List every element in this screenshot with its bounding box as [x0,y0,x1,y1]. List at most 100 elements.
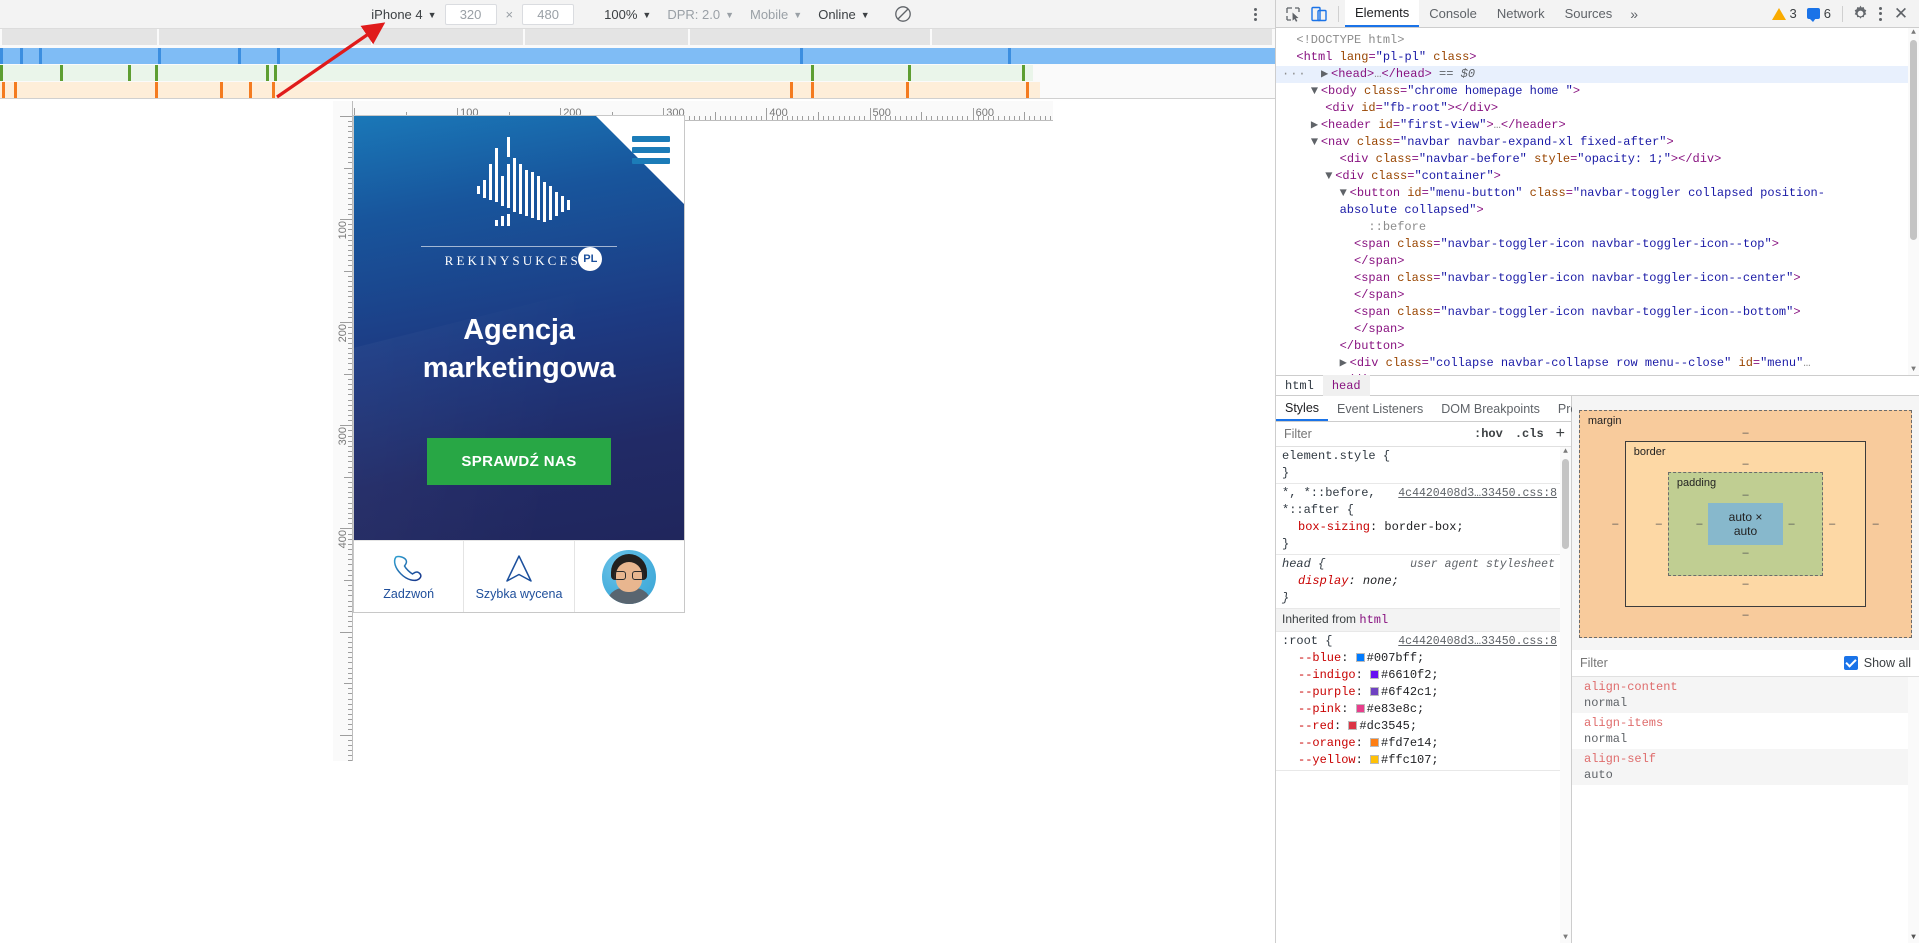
declaration-property[interactable]: --red [1282,719,1334,733]
dom-node-line[interactable]: <span class="navbar-toggler-icon navbar-… [1276,236,1919,253]
padding-bottom-value[interactable]: – [1691,545,1800,561]
computed-filter-input[interactable] [1576,655,1844,671]
dom-node-line[interactable]: ▶<header id="first-view">…</header> [1276,117,1919,134]
expand-toggle-icon[interactable]: ▼ [1311,134,1321,151]
css-variable-declaration[interactable]: --red: #dc3545; [1282,718,1571,735]
computed-property[interactable]: align-itemsnormal [1572,713,1919,749]
dom-node-line[interactable]: </span> [1276,253,1919,270]
gear-icon[interactable] [1849,3,1871,25]
tab-sources[interactable]: Sources [1555,0,1623,27]
color-swatch[interactable] [1348,721,1357,730]
breadcrumb-item-head[interactable]: head [1323,375,1370,396]
style-declaration[interactable]: box-sizing: border-box; [1282,519,1571,536]
declaration-value[interactable]: #fd7e14; [1381,736,1439,750]
color-swatch[interactable] [1356,653,1365,662]
stylesheet-link[interactable]: 4c4420408d3…33450.css:8 [1398,633,1557,650]
declaration-property[interactable]: --pink [1282,702,1341,716]
expand-toggle-icon[interactable]: ▼ [1340,185,1350,202]
padding-left-value[interactable]: – [1691,518,1708,530]
css-variable-declaration[interactable]: --purple: #6f42c1; [1282,684,1571,701]
margin-left-value[interactable]: – [1606,518,1625,530]
no-throttling-icon[interactable] [894,5,912,23]
device-toolbar-more-options-icon[interactable] [1245,4,1265,25]
dom-node-line[interactable]: absolute collapsed"> [1276,202,1919,219]
strip-loading[interactable] [0,82,1275,98]
dom-node-line[interactable]: ▼<button id="menu-button" class="navbar-… [1276,185,1919,202]
viewport-width-input[interactable] [445,4,497,25]
dom-node-line[interactable]: ▼<div class="container"> [1276,168,1919,185]
more-vertical-icon[interactable] [1871,3,1889,25]
check-us-button[interactable]: SPRAWDŹ NAS [427,438,610,485]
declaration-value[interactable]: #e83e8c; [1367,702,1425,716]
declaration-value[interactable]: : none; [1348,574,1398,588]
dom-node-line[interactable]: <div id="fb-root"></div> [1276,100,1919,117]
css-variable-declaration[interactable]: --pink: #e83e8c; [1282,701,1571,718]
declaration-property[interactable]: --yellow [1282,753,1356,767]
color-swatch[interactable] [1370,687,1379,696]
dpr-selector[interactable]: DPR: 2.0 ▼ [659,4,742,25]
declaration-value[interactable]: #6f42c1; [1381,685,1439,699]
border-top-value[interactable]: – [1650,456,1841,472]
styles-rules-list[interactable]: element.style {}*, *::before,4c4420408d3… [1276,447,1571,943]
dom-node-line[interactable]: <div class="navbar-before" style="opacit… [1276,151,1919,168]
declaration-value[interactable]: : border-box; [1370,520,1464,534]
expand-toggle-icon[interactable]: ▶ [1311,117,1321,134]
inherited-source[interactable]: html [1359,613,1388,627]
zoom-selector[interactable]: 100% ▼ [596,4,659,25]
new-style-rule-button[interactable]: + [1550,425,1571,443]
warning-counter[interactable]: 3 [1767,6,1802,21]
dom-node-line[interactable]: ··· ▶<head>…</head> == $0 [1276,66,1919,83]
more-tabs-icon[interactable]: » [1622,0,1646,27]
breadcrumb-item-html[interactable]: html [1276,375,1323,396]
scroll-down-icon[interactable]: ▼ [1909,933,1918,943]
styles-filter-input[interactable] [1280,425,1464,444]
scroll-down-icon[interactable]: ▼ [1561,933,1570,943]
dom-node-line[interactable]: <html lang="pl-pl" class> [1276,49,1919,66]
border-left-value[interactable]: – [1650,518,1668,530]
dom-node-line[interactable]: <span class="navbar-toggler-icon navbar-… [1276,270,1919,287]
border-bottom-value[interactable]: – [1650,576,1841,592]
style-declaration[interactable]: display: none; [1282,573,1571,590]
padding-right-value[interactable]: – [1783,518,1800,530]
action-consultant[interactable] [575,541,684,612]
color-swatch[interactable] [1370,738,1379,747]
padding-top-value[interactable]: – [1691,487,1800,503]
declaration-property[interactable]: --blue [1282,651,1341,665]
style-rule-selector[interactable]: element.style { [1282,448,1571,465]
ua-type-selector[interactable]: Mobile ▼ [742,4,810,25]
action-quote[interactable]: Szybka wycena [464,541,574,612]
sidebar-tab-dom-breakpoints[interactable]: DOM Breakpoints [1432,396,1549,421]
color-swatch[interactable] [1370,755,1379,764]
scroll-down-icon[interactable]: ▼ [1909,365,1918,375]
dom-tree[interactable]: <!DOCTYPE html> <html lang="pl-pl" class… [1276,28,1919,375]
computed-scrollbar[interactable]: ▼ [1908,677,1919,943]
css-variable-declaration[interactable]: --blue: #007bff; [1282,650,1571,667]
dom-node-line[interactable]: <span class="navbar-toggler-icon navbar-… [1276,304,1919,321]
declaration-property[interactable]: box-sizing [1282,520,1370,534]
scroll-up-icon[interactable]: ▲ [1909,28,1918,38]
hover-state-toggle[interactable]: :hov [1468,427,1509,441]
close-icon[interactable]: ✕ [1889,3,1913,25]
hamburger-menu-icon[interactable] [632,136,670,164]
tab-elements[interactable]: Elements [1345,0,1419,27]
declaration-property[interactable]: --orange [1282,736,1356,750]
expand-toggle-icon[interactable]: ▶ [1321,66,1331,83]
computed-properties-list[interactable]: align-contentnormalalign-itemsnormalalig… [1572,677,1919,943]
dom-node-line[interactable]: <!DOCTYPE html> [1276,32,1919,49]
inspect-element-icon[interactable] [1280,2,1306,26]
action-call[interactable]: Zadzwoń [354,541,464,612]
dom-node-line[interactable]: ▶<div class="collapse navbar-collapse ro… [1276,355,1919,372]
sidebar-tab-styles[interactable]: Styles [1276,396,1328,421]
declaration-value[interactable]: #007bff; [1367,651,1425,665]
tab-console[interactable]: Console [1419,0,1487,27]
tab-network[interactable]: Network [1487,0,1555,27]
sidebar-tab-event-listeners[interactable]: Event Listeners [1328,396,1432,421]
box-model-content[interactable]: auto × auto [1708,503,1783,545]
show-all-checkbox[interactable]: Show all [1844,656,1911,670]
stylesheet-link[interactable]: 4c4420408d3…33450.css:8 [1398,485,1557,502]
declaration-property[interactable]: --purple [1282,685,1356,699]
strip-frames[interactable] [0,48,1275,64]
computed-property[interactable]: align-contentnormal [1572,677,1919,713]
device-toolbar-icon[interactable] [1306,2,1332,26]
color-swatch[interactable] [1370,670,1379,679]
